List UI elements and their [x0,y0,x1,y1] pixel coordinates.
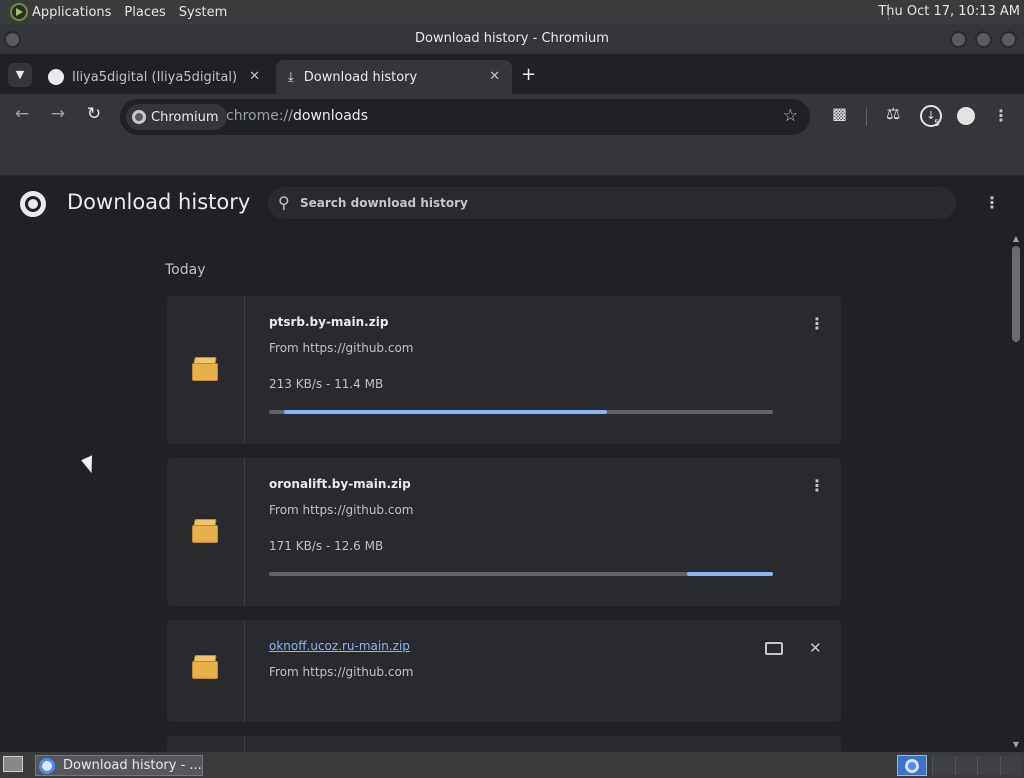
chrome-logo-icon [20,191,46,217]
bookmarks-bar [0,140,1024,176]
labs-flask-icon[interactable]: ⚖ [886,104,900,123]
zip-archive-icon [192,357,218,381]
tab-search-chevron-icon[interactable]: ▼ [8,63,32,87]
site-chip-label: Chromium [151,109,219,125]
back-icon[interactable]: ← [10,104,34,124]
chromium-icon [132,110,146,124]
download-progress-bar [269,410,773,414]
extensions-icon[interactable]: ▩ [832,104,847,123]
url-scheme: chrome:// [226,108,293,124]
close-tab-icon[interactable]: ✕ [489,69,500,84]
new-tab-icon[interactable]: + [521,64,536,85]
bookmark-star-icon[interactable]: ☆ [783,106,798,126]
zip-archive-icon [192,655,218,679]
downloads-badge: 5 [934,119,940,129]
site-info-chip[interactable]: Chromium [126,104,227,130]
bottom-taskbar: Download history - ... [0,752,1024,778]
page-header: Download history ⚲ ⋮ [0,176,1008,231]
github-icon [48,69,64,85]
page-menu-icon[interactable]: ⋮ [984,195,1000,211]
file-icon-column [167,296,245,444]
applications-menu[interactable]: Applications [32,5,119,20]
browser-menu-icon[interactable]: ⋮ [993,108,1009,124]
scrollbar-thumb[interactable] [1012,246,1020,342]
download-item: oronalift.by-main.zip From https://githu… [167,458,841,606]
search-box[interactable]: ⚲ [268,187,956,219]
show-desktop-icon[interactable] [3,756,23,772]
tray-chromium-icon[interactable] [897,755,927,776]
file-icon-column [167,736,245,752]
download-source: From https://github.com [269,665,414,679]
file-icon-column [167,458,245,606]
downloads-page: Download history ⚲ ⋮ Today ptsrb.by-main… [0,176,1024,752]
tab-download-history[interactable]: ⤓ Download history ✕ [276,60,512,94]
download-icon: ⤓ [288,69,294,85]
download-progress-fill [687,572,773,576]
url-text[interactable]: chrome://downloads [226,108,368,124]
scroll-down-icon[interactable]: ▼ [1011,740,1021,749]
taskbar-window-button[interactable]: Download history - ... [35,755,203,776]
item-more-actions-icon[interactable]: ⋮ [809,316,825,332]
download-item: ptsrb.by-main.zip From https://github.co… [167,296,841,444]
maximize-icon[interactable] [975,31,992,48]
window-menu-icon[interactable] [4,31,21,48]
system-top-panel: Applications Places System Thu Oct 17, 1… [0,0,1024,24]
download-source: From https://github.com [269,503,414,517]
search-input[interactable] [300,193,900,213]
taskbar-window-label: Download history - ... [63,758,202,773]
forward-icon[interactable]: → [46,104,70,124]
tab-title: Iliya5digital (Iliya5digital) / R [72,69,238,85]
search-icon[interactable]: ⚲ [278,193,290,212]
download-filename-link[interactable]: oknoff.ucoz.ru-main.zip [269,639,410,653]
tab-strip: ▼ Iliya5digital (Iliya5digital) / R ✕ ⤓ … [0,54,1024,94]
browser-toolbar: ← → ↻ Chromium chrome://downloads ☆ ▩ ⚖ … [0,94,1024,140]
date-section-label: Today [165,262,206,278]
workspace-switcher[interactable] [932,756,1022,775]
scroll-up-icon[interactable]: ▲ [1011,234,1021,243]
download-status: 213 KB/s - 11.4 MB [269,377,384,391]
download-source: From https://github.com [269,341,414,355]
address-bar[interactable]: Chromium chrome://downloads ☆ [120,99,810,135]
minimize-icon[interactable] [950,31,967,48]
distro-logo-icon[interactable] [10,3,28,21]
reload-icon[interactable]: ↻ [82,104,106,124]
page-scrollbar[interactable]: ▲ ▼ [1008,232,1024,752]
download-progress-bar [269,572,773,576]
system-menu[interactable]: System [179,5,235,20]
zip-archive-icon [192,519,218,543]
tab-github[interactable]: Iliya5digital (Iliya5digital) / R ✕ [40,60,272,94]
download-status: 171 KB/s - 12.6 MB [269,539,384,553]
window-title: Download history - Chromium [415,31,609,46]
close-window-icon[interactable] [1000,31,1017,48]
download-progress-fill [284,410,607,414]
show-in-folder-icon[interactable] [765,642,783,655]
download-item [167,736,841,752]
places-menu[interactable]: Places [124,5,173,20]
tab-title: Download history [303,69,418,85]
remove-item-icon[interactable]: ✕ [809,639,822,657]
file-icon-column [167,620,245,722]
profile-avatar-icon[interactable] [957,107,975,125]
page-title: Download history [67,190,251,214]
close-tab-icon[interactable]: ✕ [249,69,260,84]
url-path: downloads [293,108,368,124]
clock[interactable]: Thu Oct 17, 10:13 AM [878,0,1020,24]
download-filename[interactable]: oronalift.by-main.zip [269,477,411,491]
download-filename[interactable]: ptsrb.by-main.zip [269,315,388,329]
toolbar-divider [866,108,867,126]
download-item: oknoff.ucoz.ru-main.zip From https://git… [167,620,841,722]
item-more-actions-icon[interactable]: ⋮ [809,478,825,494]
window-titlebar[interactable]: Download history - Chromium [0,24,1024,54]
chromium-icon [39,757,55,774]
